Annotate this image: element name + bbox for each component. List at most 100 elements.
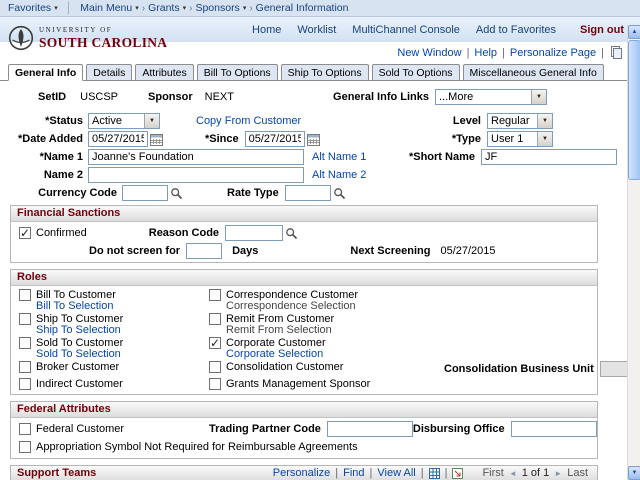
- download-icon[interactable]: [452, 468, 464, 479]
- worklist-link[interactable]: Worklist: [297, 24, 336, 36]
- currency-code-lookup-button[interactable]: [170, 187, 183, 200]
- level-select[interactable]: Regular ▼: [487, 113, 553, 129]
- rate-type-input[interactable]: [284, 185, 331, 201]
- sponsor-value: NEXT: [204, 91, 234, 103]
- federal-attributes-header: Federal Attributes: [11, 402, 597, 418]
- tab-miscellaneous-general-info[interactable]: Miscellaneous General Info: [462, 64, 604, 80]
- breadcrumb-item-sponsors[interactable]: Sponsors ▾: [195, 2, 246, 14]
- tab-sold-to-options[interactable]: Sold To Options: [371, 64, 460, 80]
- corporate-selection-link[interactable]: Corporate Selection: [226, 348, 323, 360]
- breadcrumb-item-grants[interactable]: Grants ▾: [148, 2, 186, 14]
- federal-attributes-section: Federal Attributes Federal Customer Trad…: [10, 401, 598, 459]
- tab-general-info[interactable]: General Info: [8, 64, 84, 81]
- role-broker-customer: Broker Customer: [19, 361, 209, 373]
- find-link[interactable]: Find: [343, 466, 364, 480]
- separator: |: [502, 46, 505, 59]
- name2-input[interactable]: [88, 167, 304, 183]
- breadcrumb-favorites[interactable]: Favorites ▾: [8, 2, 58, 14]
- appropriation-symbol-checkbox[interactable]: [19, 441, 31, 453]
- disbursing-office-input[interactable]: [510, 421, 597, 437]
- sold-to-customer-checkbox[interactable]: [19, 337, 31, 349]
- grants-management-sponsor-checkbox[interactable]: [209, 378, 221, 390]
- alt-name-2-link[interactable]: Alt Name 2: [312, 169, 366, 181]
- pager-last: Last: [567, 467, 588, 479]
- scrollbar-thumb[interactable]: [628, 40, 640, 180]
- role-ship-to-customer: Ship To Customer Ship To Selection: [19, 313, 209, 336]
- breadcrumb-item-main-menu[interactable]: Main Menu ▾: [80, 2, 138, 14]
- correspondence-customer-checkbox[interactable]: [209, 289, 221, 301]
- page-content: SetID USCSP Sponsor NEXT General Info Li…: [0, 81, 640, 480]
- trading-partner-code-input[interactable]: [326, 421, 413, 437]
- copy-url-icon[interactable]: [611, 46, 622, 59]
- role-grants-management-sponsor: Grants Management Sponsor: [209, 378, 444, 390]
- breadcrumb-divider: │: [65, 2, 73, 14]
- dropdown-arrow-icon[interactable]: ▼: [144, 114, 159, 128]
- dropdown-arrow-icon[interactable]: ▼: [537, 132, 552, 146]
- personalize-link[interactable]: Personalize: [273, 466, 330, 480]
- usc-wordmark: UNIVERSITY OF SOUTH CAROLINA: [39, 26, 167, 51]
- sold-to-selection-link[interactable]: Sold To Selection: [36, 348, 121, 360]
- dropdown-arrow-icon[interactable]: ▼: [531, 90, 546, 104]
- correspondence-selection-label: Correspondence Selection: [226, 300, 356, 312]
- pager-next-icon: ►: [554, 469, 563, 478]
- bill-to-customer-checkbox[interactable]: [19, 289, 31, 301]
- alt-name-1-link[interactable]: Alt Name 1: [312, 151, 366, 163]
- scroll-down-button[interactable]: ▼: [628, 466, 640, 480]
- tab-bill-to-options[interactable]: Bill To Options: [196, 64, 278, 80]
- name1-input[interactable]: [88, 149, 304, 165]
- date-added-calendar-button[interactable]: [150, 133, 163, 146]
- reason-code-input[interactable]: [225, 225, 284, 241]
- name1-label: *Name 1: [39, 151, 83, 163]
- type-select[interactable]: User 1 ▼: [487, 131, 553, 147]
- tab-details[interactable]: Details: [86, 64, 133, 80]
- multichannel-console-link[interactable]: MultiChannel Console: [352, 24, 460, 36]
- general-info-links-value: ...More: [439, 91, 474, 103]
- sign-out-link[interactable]: Sign out: [580, 24, 624, 36]
- home-link[interactable]: Home: [252, 24, 281, 36]
- name2-label: Name 2: [43, 169, 83, 181]
- broker-customer-checkbox[interactable]: [19, 361, 31, 373]
- do-not-screen-input[interactable]: [186, 243, 223, 259]
- federal-customer-checkbox[interactable]: [19, 423, 31, 435]
- confirmed-checkbox[interactable]: [19, 226, 31, 240]
- bill-to-selection-link[interactable]: Bill To Selection: [36, 300, 113, 312]
- roles-header: Roles: [11, 270, 597, 286]
- scroll-up-button[interactable]: ▲: [628, 25, 640, 39]
- indirect-customer-checkbox[interactable]: [19, 378, 31, 390]
- since-label: *Since: [205, 133, 239, 145]
- reason-code-lookup-button[interactable]: [285, 227, 298, 240]
- since-input[interactable]: [244, 131, 305, 147]
- role-correspondence-customer: Correspondence Customer Correspondence Se…: [209, 289, 444, 312]
- add-to-favorites-link[interactable]: Add to Favorites: [476, 24, 556, 36]
- ship-to-customer-checkbox[interactable]: [19, 313, 31, 325]
- copy-from-customer-link[interactable]: Copy From Customer: [196, 115, 301, 127]
- new-window-link[interactable]: New Window: [397, 47, 461, 59]
- remit-from-customer-checkbox[interactable]: [209, 313, 221, 325]
- personalize-page-link[interactable]: Personalize Page: [510, 47, 596, 59]
- status-select[interactable]: Active ▼: [88, 113, 160, 129]
- ship-to-selection-link[interactable]: Ship To Selection: [36, 324, 121, 336]
- logo-line1: UNIVERSITY OF: [39, 25, 113, 34]
- short-name-input[interactable]: [481, 149, 617, 165]
- vertical-scrollbar[interactable]: ▲ ▼: [627, 25, 640, 480]
- breadcrumb-item-general-information[interactable]: General Information: [256, 2, 349, 14]
- consolidation-customer-checkbox[interactable]: [209, 361, 221, 373]
- magnifier-icon: [333, 187, 345, 199]
- role-consolidation-customer: Consolidation Customer: [209, 361, 444, 373]
- zoom-grid-icon[interactable]: [428, 468, 440, 479]
- help-link[interactable]: Help: [474, 47, 497, 59]
- view-all-link[interactable]: View All: [377, 466, 415, 480]
- consolidation-customer-label: Consolidation Customer: [226, 361, 344, 373]
- tab-ship-to-options[interactable]: Ship To Options: [280, 64, 369, 80]
- corporate-customer-checkbox[interactable]: [209, 336, 221, 350]
- tab-attributes[interactable]: Attributes: [135, 64, 194, 80]
- currency-code-input[interactable]: [122, 185, 168, 201]
- since-calendar-button[interactable]: [306, 133, 320, 146]
- date-added-input[interactable]: [88, 131, 148, 147]
- role-remit-from-customer: Remit From Customer Remit From Selection: [209, 313, 444, 336]
- dropdown-arrow-icon[interactable]: ▼: [537, 114, 552, 128]
- appropriation-symbol-label: Appropriation Symbol Not Required for Re…: [36, 441, 358, 453]
- next-screening-value: 05/27/2015: [440, 245, 496, 257]
- rate-type-lookup-button[interactable]: [333, 187, 346, 200]
- general-info-links-select[interactable]: ...More ▼: [435, 89, 547, 105]
